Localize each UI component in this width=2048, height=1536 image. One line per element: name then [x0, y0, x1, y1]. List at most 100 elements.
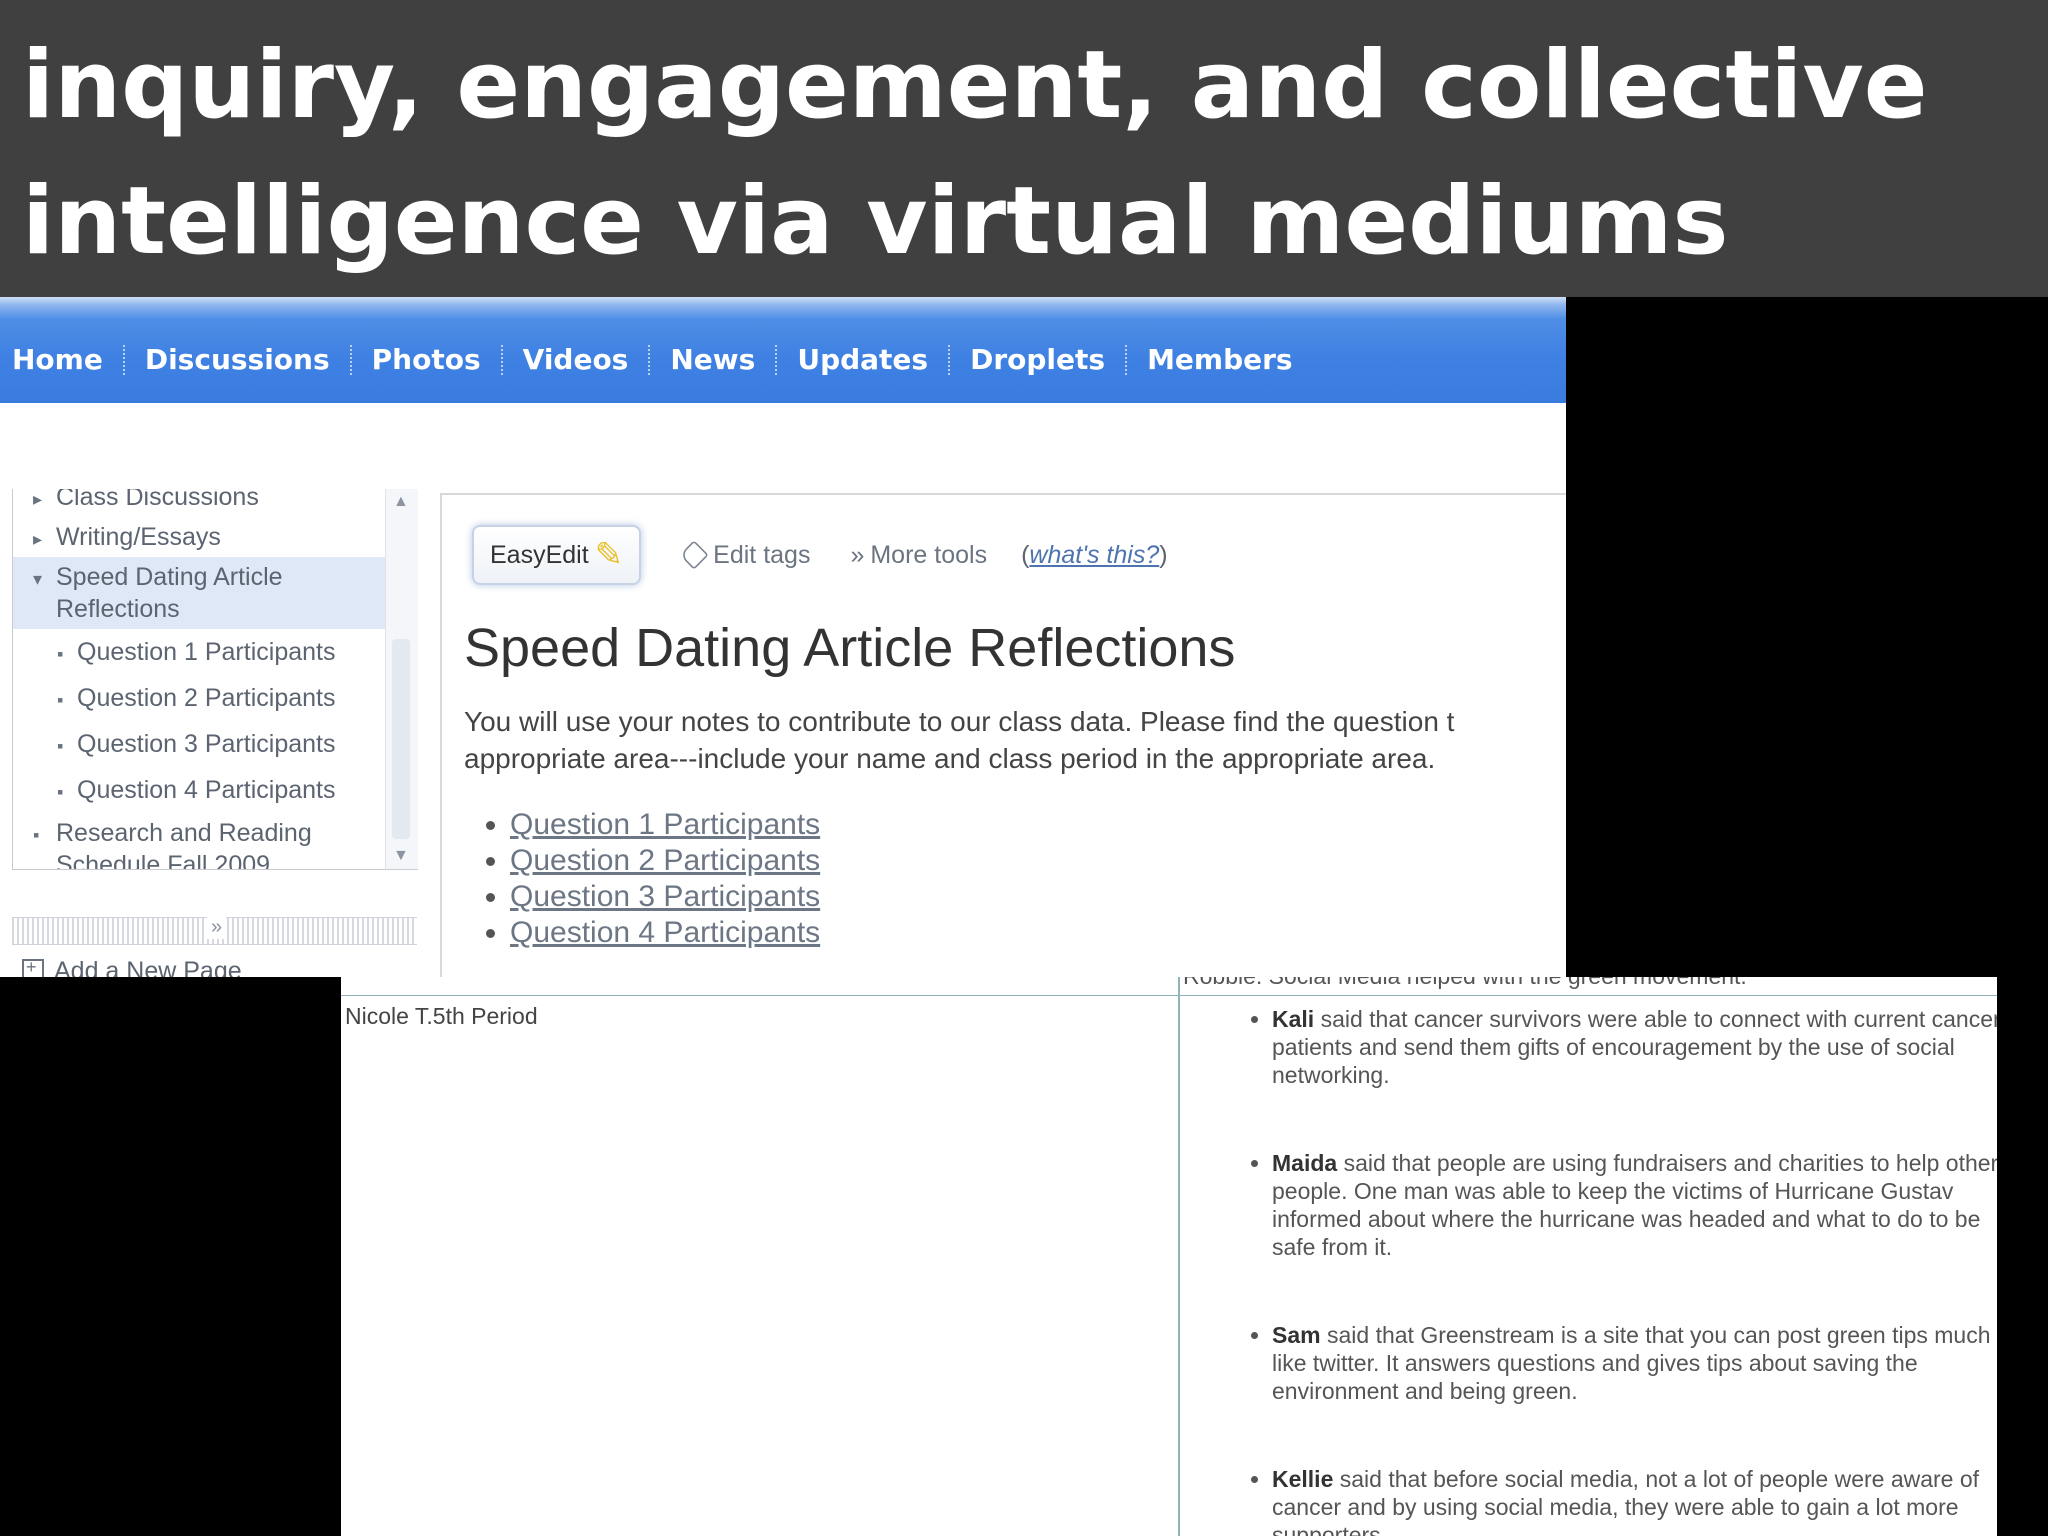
intro-line-1: You will use your notes to contribute to…: [464, 706, 1455, 737]
nav-members[interactable]: Members: [1147, 343, 1293, 376]
tag-icon: [679, 540, 709, 570]
scroll-up-arrow-icon[interactable]: ▲: [393, 493, 409, 511]
whats-this-link[interactable]: what's this?: [1029, 541, 1159, 569]
sidebar-item-label: Question 1 Participants: [77, 638, 336, 666]
sidebar-item-label: Question 2 Participants: [77, 684, 336, 712]
list-item: Question 4 Participants: [510, 915, 820, 951]
bullet-icon: ▪: [33, 825, 40, 845]
bullet-icon: ▪: [57, 644, 64, 664]
page-toolbar: EasyEdit ✎ Edit tags » More tools (what'…: [472, 525, 1168, 585]
nav-bar: Home Discussions Photos Videos News Upda…: [0, 297, 1566, 403]
double-chevron-down-icon[interactable]: »: [207, 916, 227, 939]
nav-separator: [500, 344, 503, 375]
nav-separator: [775, 344, 778, 375]
table-cell-student: Nicole T.5th Period: [345, 1003, 538, 1029]
slide-title-line-1: inquiry, engagement, and collective: [22, 31, 1928, 140]
scrollbar-thumb[interactable]: [392, 639, 410, 839]
student-comments-list: Kali said that cancer survivors were abl…: [1248, 1005, 1997, 1536]
wiki-page-screenshot: Home Discussions Photos Videos News Upda…: [0, 297, 1566, 977]
easyedit-label: EasyEdit: [490, 540, 589, 569]
question-2-link[interactable]: Question 2 Participants: [510, 844, 820, 877]
nav-separator: [122, 344, 125, 375]
sidebar-item-label: Speed Dating Article Reflections: [56, 563, 283, 623]
expand-arrow-icon[interactable]: ▸: [33, 489, 42, 515]
sidebar-item-question-4[interactable]: ▪ Question 4 Participants: [13, 767, 385, 813]
nav-items: Home Discussions Photos Videos News Upda…: [12, 343, 1293, 376]
edit-tags-label: Edit tags: [713, 540, 811, 569]
nav-separator: [349, 344, 352, 375]
sidebar-resize-handle[interactable]: »: [12, 916, 417, 945]
whats-this-help: (what's this?): [1021, 540, 1168, 569]
page-tree-sidebar: ▸ Class Discussions ▸ Writing/Essays ▾ S…: [12, 489, 418, 870]
nav-home[interactable]: Home: [12, 343, 103, 376]
expand-arrow-icon[interactable]: ▸: [33, 523, 42, 555]
sidebar-item-label: Writing/Essays: [56, 523, 221, 551]
slide-title-line-2: intelligence via virtual mediums: [22, 167, 1729, 276]
list-item: Question 1 Participants: [510, 807, 820, 843]
add-new-page-link[interactable]: Add a New Page: [22, 957, 242, 977]
nav-separator: [648, 344, 651, 375]
double-chevron-right-icon: »: [850, 540, 865, 569]
nav-videos[interactable]: Videos: [523, 343, 629, 376]
sidebar-item-class-discussions[interactable]: ▸ Class Discussions: [13, 489, 385, 517]
bullet-icon: ▪: [57, 736, 64, 756]
nav-photos[interactable]: Photos: [372, 343, 481, 376]
nav-updates[interactable]: Updates: [797, 343, 928, 376]
sidebar-item-writing-essays[interactable]: ▸ Writing/Essays: [13, 517, 385, 557]
sidebar-item-label: Question 4 Participants: [77, 776, 336, 804]
nav-news[interactable]: News: [670, 343, 755, 376]
comment-text: said that people are using fundraisers a…: [1272, 1150, 1997, 1260]
easyedit-button[interactable]: EasyEdit ✎: [472, 525, 642, 585]
table-top-border: [341, 995, 1997, 996]
slide-title: inquiry, engagement, and collective inte…: [22, 18, 2022, 290]
sidebar-scrollbar[interactable]: ▲ ▼: [385, 489, 418, 869]
list-item: Question 2 Participants: [510, 843, 820, 879]
list-item: Question 3 Participants: [510, 879, 820, 915]
nav-droplets[interactable]: Droplets: [970, 343, 1105, 376]
bullet-icon: ▪: [57, 782, 64, 802]
sidebar-item-research-schedule[interactable]: ▪ Research and Reading Schedule Fall 200…: [13, 813, 385, 870]
slide-header: inquiry, engagement, and collective inte…: [0, 0, 2048, 297]
clipped-table-text: Robbie: Social Media helped with the gre…: [1183, 977, 1747, 990]
nav-separator: [1125, 344, 1128, 375]
intro-line-2: appropriate area---include your name and…: [464, 743, 1436, 774]
sidebar-item-label: Class Discussions: [56, 489, 259, 511]
page-content: EasyEdit ✎ Edit tags » More tools (what'…: [440, 493, 1566, 977]
sidebar-item-question-3[interactable]: ▪ Question 3 Participants: [13, 721, 385, 767]
edit-tags-link[interactable]: Edit tags: [679, 540, 811, 570]
list-item: Kellie said that before social media, no…: [1272, 1465, 1997, 1536]
student-name: Sam: [1272, 1322, 1321, 1348]
pencil-icon: ✎: [594, 536, 624, 574]
nav-separator: [948, 344, 951, 375]
bullet-icon: ▪: [57, 690, 64, 710]
question-links-list: Question 1 Participants Question 2 Parti…: [482, 807, 820, 951]
list-item: Kali said that cancer survivors were abl…: [1272, 1005, 1997, 1089]
question-1-link[interactable]: Question 1 Participants: [510, 808, 820, 841]
table-column-divider: [1178, 977, 1180, 1536]
list-item: Sam said that Greenstream is a site that…: [1272, 1321, 1997, 1405]
student-name: Kellie: [1272, 1466, 1334, 1492]
collapse-arrow-icon[interactable]: ▾: [33, 563, 42, 595]
sidebar-item-question-1[interactable]: ▪ Question 1 Participants: [13, 629, 385, 675]
page-tree: ▸ Class Discussions ▸ Writing/Essays ▾ S…: [13, 489, 385, 870]
question-3-link[interactable]: Question 3 Participants: [510, 880, 820, 913]
comment-text: said that cancer survivors were able to …: [1272, 1006, 1997, 1088]
student-name: Maida: [1272, 1150, 1338, 1176]
more-tools-link[interactable]: » More tools: [850, 541, 987, 570]
comment-text: said that Greenstream is a site that you…: [1272, 1322, 1991, 1404]
sidebar-item-speed-dating[interactable]: ▾ Speed Dating Article Reflections: [13, 557, 385, 629]
add-page-icon: [22, 957, 44, 977]
question-4-link[interactable]: Question 4 Participants: [510, 916, 820, 949]
wiki-table-screenshot: Robbie: Social Media helped with the gre…: [341, 977, 1997, 1536]
page-title: Speed Dating Article Reflections: [464, 618, 1236, 678]
list-item: Maida said that people are using fundrai…: [1272, 1149, 1997, 1261]
scroll-down-arrow-icon[interactable]: ▼: [393, 847, 409, 865]
student-name: Kali: [1272, 1006, 1315, 1032]
sidebar-item-question-2[interactable]: ▪ Question 2 Participants: [13, 675, 385, 721]
comment-text: said that before social media, not a lot…: [1272, 1466, 1980, 1536]
sidebar-item-label: Research and Reading Schedule Fall 2009: [56, 819, 312, 870]
more-tools-label: More tools: [870, 540, 988, 569]
add-new-page-label: Add a New Page: [54, 957, 242, 977]
sidebar-item-label: Question 3 Participants: [77, 730, 336, 758]
nav-discussions[interactable]: Discussions: [145, 343, 330, 376]
